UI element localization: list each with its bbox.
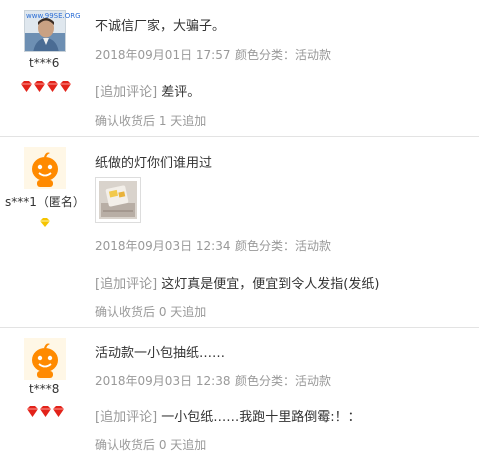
watermark-text: www.99SE.ORG — [26, 12, 81, 20]
default-avatar-icon — [24, 147, 66, 189]
avatar[interactable]: www.99SE.ORG — [24, 10, 81, 52]
append-tag: [追加评论] — [95, 410, 158, 425]
divider — [0, 136, 479, 137]
red-diamond-icon — [40, 406, 51, 417]
review-content: 活动款一小包抽纸…… — [95, 346, 226, 361]
append-confirm: 确认收货后 0 天追加 — [95, 438, 207, 452]
review-meta: 2018年09月01日 17:57 颜色分类：活动款 — [95, 46, 331, 63]
append-comment: [追加评论] 这灯真是便宜，便宜到令人发指(发纸) — [95, 273, 379, 292]
yellow-diamond-icon — [40, 218, 50, 227]
color-category: 颜色分类：活动款 — [235, 48, 332, 62]
append-text: 这灯真是便宜，便宜到令人发指(发纸) — [161, 277, 380, 292]
red-diamond-icon — [27, 406, 38, 417]
review-content: 纸做的灯你们谁用过 — [95, 156, 213, 171]
default-avatar-icon — [24, 338, 66, 380]
badge-row — [26, 403, 66, 417]
badge-row — [39, 213, 51, 227]
username: s***1（匿名） — [5, 195, 85, 209]
review-date: 2018年09月03日 12:34 — [95, 239, 231, 253]
append-tag: [追加评论] — [95, 277, 158, 292]
append-confirm: 确认收货后 1 天追加 — [95, 114, 207, 128]
red-diamond-icon — [34, 81, 45, 92]
review-meta: 2018年09月03日 12:38 颜色分类：活动款 — [95, 372, 331, 389]
append-tag: [追加评论] — [95, 85, 158, 100]
append-confirm: 确认收货后 0 天追加 — [95, 305, 207, 319]
username: t***8 — [29, 382, 60, 396]
review-date: 2018年09月03日 12:38 — [95, 374, 231, 388]
review-date: 2018年09月01日 17:57 — [95, 48, 231, 62]
red-diamond-icon — [47, 81, 58, 92]
paper-lamp-image-icon — [99, 181, 137, 219]
append-comment: [追加评论] 一小包纸……我跑十里路倒霉:！： — [95, 406, 361, 425]
avatar[interactable] — [24, 147, 66, 189]
append-text: 一小包纸……我跑十里路倒霉:！： — [161, 410, 361, 425]
append-comment: [追加评论] 差评。 — [95, 81, 200, 100]
color-category: 颜色分类：活动款 — [235, 374, 332, 388]
review-meta: 2018年09月03日 12:34 颜色分类：活动款 — [95, 237, 331, 254]
color-category: 颜色分类：活动款 — [235, 239, 332, 253]
review-photo-thumbnail[interactable] — [95, 177, 141, 223]
badge-row — [20, 78, 72, 92]
red-diamond-icon — [21, 81, 32, 92]
username: t***6 — [29, 56, 60, 70]
review-content: 不诚信厂家，大骗子。 — [95, 19, 226, 34]
red-diamond-icon — [53, 406, 64, 417]
red-diamond-icon — [60, 81, 71, 92]
divider — [0, 327, 479, 328]
avatar[interactable] — [24, 338, 66, 380]
append-text: 差评。 — [161, 85, 201, 100]
